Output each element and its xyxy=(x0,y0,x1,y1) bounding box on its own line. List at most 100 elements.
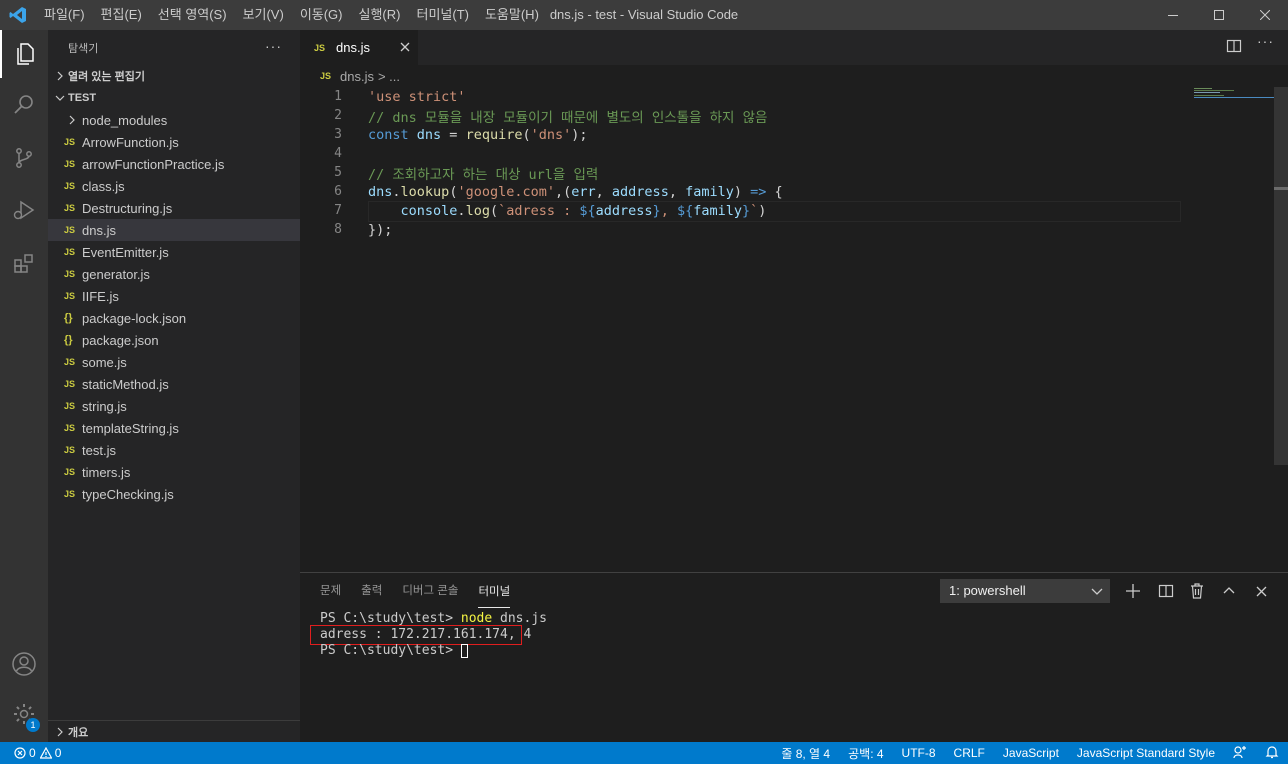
split-editor-icon[interactable] xyxy=(1226,38,1242,57)
tab-terminal[interactable]: 터미널 xyxy=(478,575,511,608)
code-editor[interactable]: 1 'use strict' 2 // dns 모듈을 내장 모듈이기 때문에 별도의… xyxy=(300,87,1288,239)
explorer-sidebar: 탐색기 ··· 열려 있는 편집기 TEST node_modules JS Arr… xyxy=(48,30,300,742)
file-tree-item[interactable]: JS test.js xyxy=(48,439,300,461)
error-count: 0 xyxy=(29,746,36,760)
settings-gear-icon[interactable]: 1 xyxy=(0,690,48,738)
code-token: lookup xyxy=(400,183,450,200)
menu-item[interactable]: 파일(F) xyxy=(36,0,93,30)
menu-item[interactable]: 선택 영역(S) xyxy=(150,0,235,30)
code-token: address xyxy=(595,202,653,219)
js-file-icon: JS xyxy=(64,137,76,147)
cursor-position[interactable]: 줄 8, 열 4 xyxy=(772,745,839,762)
menu-item[interactable]: 실행(R) xyxy=(351,0,409,30)
code-line: 1 'use strict' xyxy=(300,87,1288,106)
maximize-button[interactable] xyxy=(1196,0,1242,30)
code-token: family xyxy=(693,202,742,219)
extensions-icon[interactable] xyxy=(0,240,48,288)
code-token: ( xyxy=(489,202,499,219)
code-line: 2 // dns 모듈을 내장 모듈이기 때문에 별도의 인스톨을 하지 않음 xyxy=(300,106,1288,126)
breadcrumb-file[interactable]: dns.js xyxy=(340,69,374,84)
file-tree-item[interactable]: JS Destructuring.js xyxy=(48,197,300,219)
trash-icon[interactable] xyxy=(1186,580,1208,602)
file-tree-item[interactable]: node_modules xyxy=(48,109,300,131)
file-tree-item[interactable]: JS generator.js xyxy=(48,263,300,285)
code-line: 3 const dns = require('dns'); xyxy=(300,125,1288,144)
new-terminal-icon[interactable] xyxy=(1122,580,1144,602)
code-line: 8}); xyxy=(300,220,1288,239)
code-token: // dns 모듈을 내장 모듈이기 때문에 별도의 인스톨을 하지 않음 xyxy=(368,109,768,126)
minimap[interactable] xyxy=(1194,87,1274,99)
feedback-icon[interactable] xyxy=(1224,745,1256,762)
run-debug-icon[interactable] xyxy=(0,186,48,234)
menu-item[interactable]: 보기(V) xyxy=(235,0,292,30)
js-file-icon: JS xyxy=(64,181,76,191)
file-name: IIFE.js xyxy=(82,288,119,304)
file-name: test.js xyxy=(82,442,116,458)
indentation[interactable]: 공백: 4 xyxy=(839,745,892,762)
file-tree-item[interactable]: JS templateString.js xyxy=(48,417,300,439)
minimize-button[interactable] xyxy=(1150,0,1196,30)
tab-output[interactable]: 출력 xyxy=(361,573,382,609)
file-name: package.json xyxy=(82,332,159,348)
close-window-button[interactable] xyxy=(1242,0,1288,30)
line-number: 3 xyxy=(334,127,342,142)
file-tree-item[interactable]: JS arrowFunctionPractice.js xyxy=(48,153,300,175)
file-tree-item[interactable]: JS dns.js xyxy=(48,219,300,241)
menu-item[interactable]: 이동(G) xyxy=(292,0,351,30)
code-line: 6 dns. lookup('google.com' ,(err, address, … xyxy=(300,182,1288,201)
folder-label: TEST xyxy=(68,92,97,104)
source-control-icon[interactable] xyxy=(0,134,48,182)
open-editors-section[interactable]: 열려 있는 편집기 xyxy=(48,65,300,87)
file-name: package-lock.json xyxy=(82,310,187,326)
linter-style[interactable]: JavaScript Standard Style xyxy=(1068,746,1224,760)
chevron-up-icon[interactable] xyxy=(1218,580,1240,602)
notifications-bell-icon[interactable] xyxy=(1256,745,1288,762)
file-tree-item[interactable]: JS staticMethod.js xyxy=(48,373,300,395)
more-actions-icon[interactable]: ··· xyxy=(265,38,282,54)
file-tree-item[interactable]: JS typeChecking.js xyxy=(48,483,300,505)
terminal-select[interactable]: 1: powershell xyxy=(940,579,1110,603)
file-name: arrowFunctionPractice.js xyxy=(82,156,225,172)
close-panel-icon[interactable] xyxy=(1250,580,1272,602)
tab-problems[interactable]: 문제 xyxy=(320,573,341,609)
problems-status[interactable]: 0 0 xyxy=(0,746,61,760)
folder-section-test[interactable]: TEST xyxy=(48,87,300,109)
code-token: require xyxy=(465,126,523,143)
file-tree-item[interactable]: {} package-lock.json xyxy=(48,307,300,329)
terminal-output[interactable]: PS C:\study\test> node dns.js adress : 1… xyxy=(300,611,1288,659)
cursor-ruler-mark xyxy=(1274,187,1288,190)
file-tree-item[interactable]: JS ArrowFunction.js xyxy=(48,131,300,153)
search-icon[interactable] xyxy=(0,80,48,128)
file-tree-item[interactable]: JS string.js xyxy=(48,395,300,417)
panel-tabs: 문제 출력 디버그 콘솔 터미널 1: powershell xyxy=(300,573,1288,609)
file-tree-item[interactable]: JS EventEmitter.js xyxy=(48,241,300,263)
explorer-title: 탐색기 xyxy=(68,42,99,55)
line-ending[interactable]: CRLF xyxy=(945,746,994,760)
file-tree-item[interactable]: {} package.json xyxy=(48,329,300,351)
tab-debug-console[interactable]: 디버그 콘솔 xyxy=(402,573,458,609)
more-actions-icon[interactable]: ··· xyxy=(1257,33,1274,49)
file-name: some.js xyxy=(82,354,127,370)
menu-item[interactable]: 도움말(H) xyxy=(477,0,547,30)
breadcrumb-rest[interactable]: > ... xyxy=(378,69,400,84)
language-mode[interactable]: JavaScript xyxy=(994,746,1068,760)
tab-dns-js[interactable]: JS dns.js xyxy=(300,30,418,65)
menu-item[interactable]: 터미널(T) xyxy=(408,0,476,30)
code-token: , xyxy=(595,183,612,200)
explorer-icon[interactable] xyxy=(0,30,48,78)
split-terminal-icon[interactable] xyxy=(1155,580,1177,602)
editor-scrollbar[interactable] xyxy=(1274,87,1288,465)
file-tree-item[interactable]: JS IIFE.js xyxy=(48,285,300,307)
file-tree-item[interactable]: JS some.js xyxy=(48,351,300,373)
file-tree: node_modules JS ArrowFunction.js JS arrowFun… xyxy=(48,109,300,505)
account-icon[interactable] xyxy=(0,640,48,688)
outline-section[interactable]: 개요 xyxy=(48,720,300,742)
vscode-logo-icon xyxy=(0,0,36,30)
file-tree-item[interactable]: JS class.js xyxy=(48,175,300,197)
close-icon[interactable] xyxy=(400,39,410,55)
line-number: 2 xyxy=(334,108,342,123)
encoding[interactable]: UTF-8 xyxy=(893,746,945,760)
menu-item[interactable]: 편집(E) xyxy=(93,0,150,30)
js-file-icon: JS xyxy=(64,269,76,279)
file-tree-item[interactable]: JS timers.js xyxy=(48,461,300,483)
